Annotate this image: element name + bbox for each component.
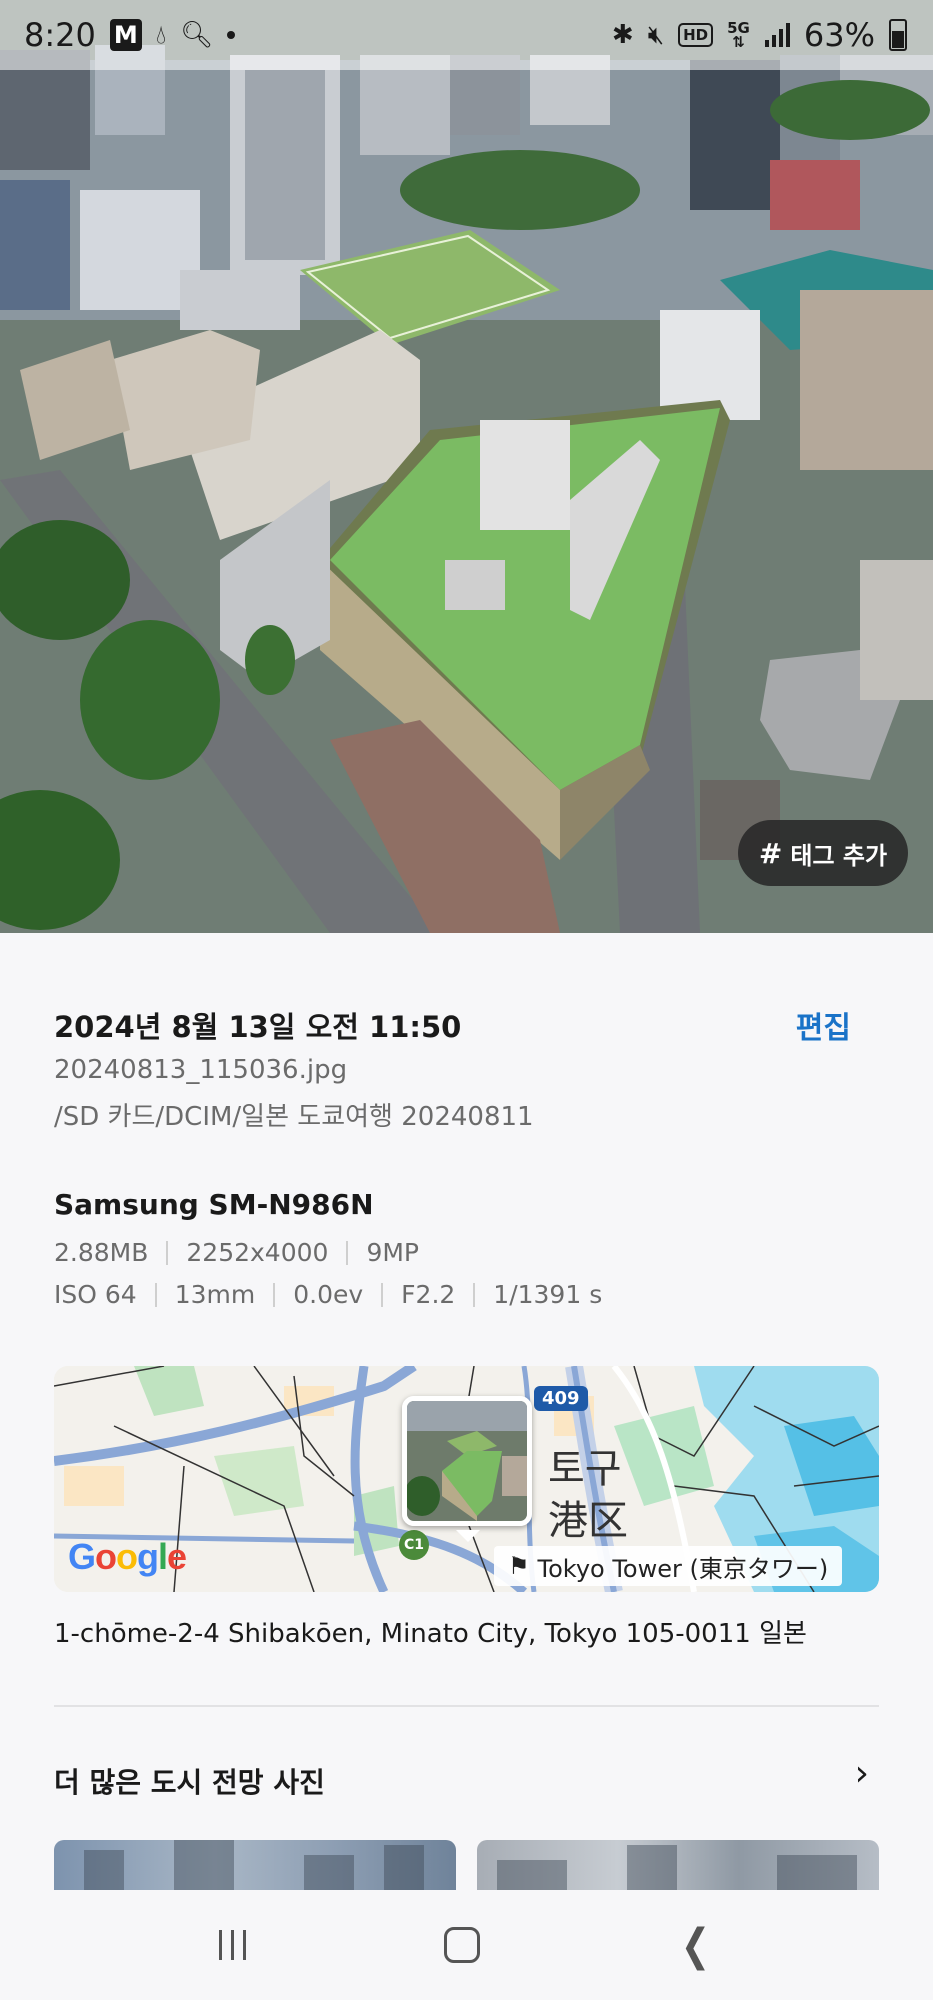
separator [473,1282,476,1307]
file-size: 2.88MB [54,1238,149,1267]
photo-datetime: 2024년 8월 13일 오전 11:50 [54,1010,462,1044]
exposure-value: 0.0ev [293,1280,364,1309]
photo-view[interactable] [0,0,933,933]
map-thumbnail-pointer [456,1530,480,1542]
file-path: /SD 카드/DCIM/일본 도쿄여행 20240811 [54,1102,534,1132]
separator [381,1282,384,1307]
separator [273,1282,276,1307]
file-name: 20240813_115036.jpg [54,1055,348,1085]
status-bar-right: ✱ 🔇︎ HD 5G ⇅ 63% [612,16,907,54]
back-icon[interactable]: ❮ [681,1920,711,1971]
map-place-label[interactable]: ⚑ Tokyo Tower (東京タワー) [494,1546,843,1586]
hd-voice-icon: HD [678,23,714,47]
edit-button[interactable]: 편집 [796,1003,851,1047]
drop-notification-icon: 💧︎ [155,19,167,50]
map-label-ward: 토구 [548,1446,622,1492]
system-navigation-bar: ❮ [0,1890,933,2000]
5g-data-icon: 5G ⇅ [727,19,750,51]
status-time: 8:20 [24,16,96,54]
gmail-notification-icon: M [109,19,142,51]
search-notification-icon: 🔍︎ [180,20,214,50]
map-label-kanji: 港区 [548,1498,628,1544]
more-photos-title[interactable]: 더 많은 도시 전망 사진 [54,1761,325,1801]
shutter-speed: 1/1391 s [493,1280,603,1309]
add-tag-label: 태그 추가 [790,841,888,870]
camera-model: Samsung SM-N986N [54,1188,374,1221]
location-map[interactable]: 409 토구 港区 C1 ⚑ Tokyo Tower (東京タワー) Googl… [54,1366,879,1592]
separator [154,1282,157,1307]
resolution: 2252x4000 [186,1238,329,1267]
home-icon[interactable] [443,1927,480,1963]
aperture: F2.2 [401,1280,456,1309]
place-name: Tokyo Tower (東京タワー) [537,1554,829,1583]
aerial-city-photo [0,0,933,933]
station-badge: C1 [399,1530,429,1560]
status-bar: 8:20 M 💧︎ 🔍︎ ✱ 🔇︎ HD 5G ⇅ 63% [0,0,933,70]
map-photo-thumbnail[interactable] [402,1396,532,1526]
signal-strength-icon [764,22,790,48]
megapixels: 9MP [366,1238,419,1267]
bluetooth-icon: ✱ [611,20,634,50]
status-bar-left: 8:20 M 💧︎ 🔍︎ [24,16,236,54]
chevron-right-icon[interactable]: › [855,1753,869,1794]
iso: ISO 64 [54,1280,137,1309]
more-notifications-dot-icon [227,31,236,39]
section-divider [54,1705,879,1707]
separator [166,1240,169,1265]
add-tag-button[interactable]: # 태그 추가 [738,820,908,886]
separator [346,1240,349,1265]
hashtag-icon: # [758,836,783,870]
focal-length: 13mm [174,1280,256,1309]
exposure-info-row: ISO 64 13mm 0.0ev F2.2 1/1391 s [54,1280,602,1309]
landmark-flag-icon: ⚑ [508,1552,530,1580]
mute-icon: 🔇︎ [647,19,665,50]
file-info-row: 2.88MB 2252x4000 9MP [54,1238,419,1267]
recent-apps-icon[interactable] [218,1930,246,1960]
location-address[interactable]: 1-chōme-2-4 Shibakōen, Minato City, Toky… [54,1613,807,1650]
battery-percent: 63% [803,16,875,54]
battery-icon [889,19,907,51]
google-logo: Google [68,1536,187,1577]
date-row: 2024년 8월 13일 오전 11:50 편집 [54,1003,879,1047]
route-number-badge: 409 [534,1386,588,1411]
